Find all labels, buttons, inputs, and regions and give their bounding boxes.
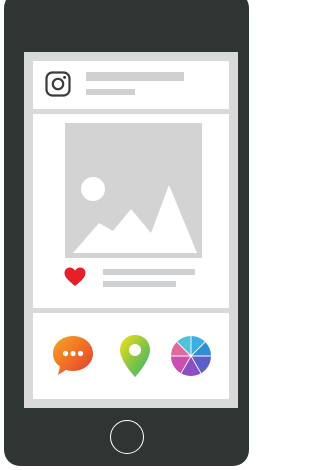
instagram-icon [45,71,71,97]
post-card [33,114,229,308]
image-placeholder-icon [65,123,202,258]
caption-placeholder-line [103,269,195,275]
phone-screen [24,52,238,408]
illustration [0,0,253,470]
subtitle-placeholder [86,89,135,95]
chat-bubble-icon[interactable] [50,333,96,379]
action-bar [33,313,229,399]
username-placeholder [86,72,184,81]
home-button[interactable] [110,420,144,454]
post-header [33,61,229,109]
caption-placeholder-line [103,281,176,287]
map-pin-icon[interactable] [112,333,158,379]
heart-icon[interactable] [64,267,86,287]
pie-chart-icon[interactable] [168,333,214,379]
